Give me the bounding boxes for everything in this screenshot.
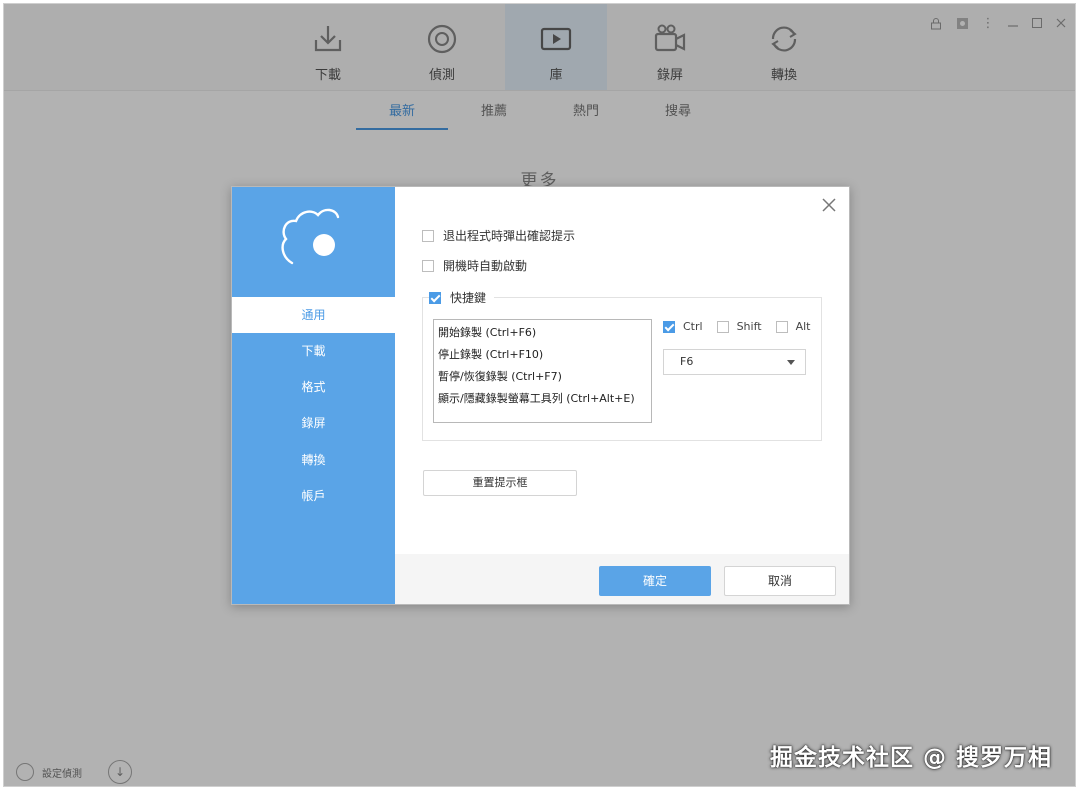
shift-label: Shift [736, 320, 762, 333]
reset-prompts-button[interactable]: 重置提示框 [423, 470, 577, 496]
settings-dialog: 通用 下載 格式 錄屏 轉換 帳戶 退出程式時彈出確認提示 開機時自動啟動 快捷… [231, 186, 850, 605]
ctrl-checkbox[interactable] [663, 320, 675, 333]
hotkey-list[interactable]: 開始錄製 (Ctrl+F6) 停止錄製 (Ctrl+F10) 暫停/恢復錄製 (… [433, 319, 652, 423]
watermark: 掘金技术社区 @ 搜罗万相 [770, 745, 1053, 771]
list-item[interactable]: 暫停/恢復錄製 (Ctrl+F7) [438, 366, 647, 388]
sidebar-item-account[interactable]: 帳戶 [232, 478, 395, 514]
modifier-ctrl[interactable]: Ctrl [663, 320, 703, 333]
ctrl-label: Ctrl [683, 320, 703, 333]
sidebar-item-download[interactable]: 下載 [232, 333, 395, 369]
list-item[interactable]: 停止錄製 (Ctrl+F10) [438, 344, 647, 366]
sidebar-item-convert[interactable]: 轉換 [232, 442, 395, 478]
ok-button[interactable]: 確定 [599, 566, 711, 596]
exit-confirm-option[interactable]: 退出程式時彈出確認提示 [422, 227, 575, 244]
chevron-down-icon [787, 360, 795, 365]
sidebar-item-format[interactable]: 格式 [232, 369, 395, 405]
autostart-label: 開機時自動啟動 [443, 259, 528, 273]
key-select-value: F6 [680, 355, 694, 368]
cancel-button[interactable]: 取消 [724, 566, 836, 596]
shift-checkbox[interactable] [716, 320, 729, 333]
alt-label: Alt [795, 320, 811, 333]
autostart-checkbox[interactable] [422, 259, 434, 272]
exit-confirm-checkbox[interactable] [422, 229, 434, 242]
dialog-footer: 確定 取消 [395, 554, 849, 604]
list-item[interactable]: 開始錄製 (Ctrl+F6) [438, 322, 647, 344]
sidebar-item-general[interactable]: 通用 [232, 297, 395, 333]
modifier-shift[interactable]: Shift [716, 320, 762, 333]
hotkey-label: 快捷鍵 [450, 291, 487, 305]
modifier-alt[interactable]: Alt [775, 320, 811, 333]
hotkey-option[interactable]: 快捷鍵 [429, 289, 495, 306]
alt-checkbox[interactable] [775, 320, 788, 333]
sidebar-item-screen-record[interactable]: 錄屏 [232, 405, 395, 441]
modifier-keys: Ctrl Shift Alt [663, 320, 825, 333]
settings-sidebar: 通用 下載 格式 錄屏 轉換 帳戶 [232, 187, 395, 604]
list-item[interactable]: 顯示/隱藏錄製螢幕工具列 (Ctrl+Alt+E) [438, 388, 647, 410]
hotkey-checkbox[interactable] [429, 291, 441, 304]
close-icon[interactable] [821, 197, 837, 213]
autostart-option[interactable]: 開機時自動啟動 [422, 257, 527, 274]
app-logo-icon [281, 208, 340, 265]
key-select[interactable]: F6 [663, 349, 806, 375]
exit-confirm-label: 退出程式時彈出確認提示 [443, 229, 576, 243]
